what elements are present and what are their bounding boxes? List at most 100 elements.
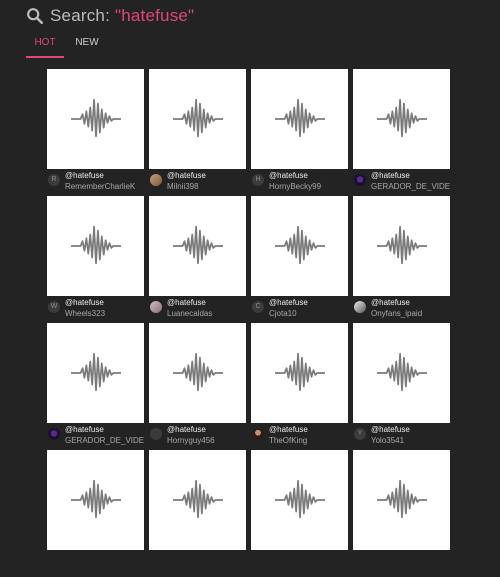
thumbnail[interactable]	[353, 196, 450, 296]
thumbnail[interactable]	[251, 450, 348, 550]
waveform-icon	[376, 479, 427, 519]
card-meta: W @hatefuse Wheels323	[47, 298, 144, 320]
search-icon[interactable]	[26, 7, 44, 25]
card-handle[interactable]: @hatefuse	[269, 298, 308, 307]
waveform-icon	[172, 225, 223, 265]
card-username[interactable]: Onyfans_ipaid	[371, 309, 450, 318]
card-username[interactable]: RememberCharlieK	[65, 182, 144, 191]
thumbnail[interactable]	[47, 323, 144, 423]
card-handle[interactable]: @hatefuse	[65, 425, 104, 434]
video-card[interactable]: R @hatefuse RememberCharlieK	[47, 69, 144, 191]
video-card[interactable]: C @hatefuse Cjota10	[251, 196, 348, 318]
card-meta: Y @hatefuse Yolo3541	[353, 425, 450, 447]
video-card[interactable]: @hatefuse TheOfKing	[251, 323, 348, 445]
thumbnail[interactable]	[353, 323, 450, 423]
card-username[interactable]: Yolo3541	[371, 436, 450, 445]
video-card[interactable]	[149, 450, 246, 570]
card-username[interactable]: Luanecaldas	[167, 309, 246, 318]
thumbnail[interactable]	[251, 196, 348, 296]
card-username[interactable]: TheOfKing	[269, 436, 348, 445]
waveform-icon	[172, 352, 223, 392]
card-meta: @hatefuse Onyfans_ipaid	[353, 298, 450, 320]
card-username[interactable]: Hornyguy456	[167, 436, 246, 445]
tab-bar: HOT NEW	[26, 34, 106, 58]
card-handle[interactable]: @hatefuse	[167, 171, 206, 180]
card-username[interactable]: Wheels323	[65, 309, 144, 318]
card-handle[interactable]: @hatefuse	[65, 298, 104, 307]
card-username[interactable]: Cjota10	[269, 309, 348, 318]
tab-hot[interactable]: HOT	[26, 34, 64, 58]
waveform-icon	[274, 352, 325, 392]
thumbnail[interactable]	[47, 196, 144, 296]
video-card[interactable]: @hatefuse GERADOR_DE_VIDEOS	[47, 323, 144, 445]
tab-new[interactable]: NEW	[68, 34, 106, 56]
video-card[interactable]	[353, 450, 450, 570]
card-meta: @hatefuse GERADOR_DE_VIDEOS	[47, 425, 144, 447]
search-label: Search:	[50, 6, 110, 25]
avatar[interactable]: Y	[354, 428, 366, 440]
card-meta: R @hatefuse RememberCharlieK	[47, 171, 144, 193]
card-meta: @hatefuse Luanecaldas	[149, 298, 246, 320]
card-handle[interactable]: @hatefuse	[371, 425, 410, 434]
card-meta: H @hatefuse HornyBecky99	[251, 171, 348, 193]
grid-row	[47, 450, 451, 570]
avatar[interactable]	[252, 428, 264, 440]
waveform-icon	[274, 98, 325, 138]
card-handle[interactable]: @hatefuse	[167, 425, 206, 434]
avatar[interactable]	[354, 301, 366, 313]
video-card[interactable]: H @hatefuse HornyBecky99	[251, 69, 348, 191]
waveform-icon	[172, 479, 223, 519]
video-card[interactable]: @hatefuse Hornyguy456	[149, 323, 246, 445]
avatar[interactable]	[150, 174, 162, 186]
thumbnail[interactable]	[47, 69, 144, 169]
avatar[interactable]	[150, 428, 162, 440]
avatar[interactable]: H	[252, 174, 264, 186]
waveform-icon	[70, 479, 121, 519]
card-handle[interactable]: @hatefuse	[269, 171, 308, 180]
video-card[interactable]: @hatefuse Luanecaldas	[149, 196, 246, 318]
card-handle[interactable]: @hatefuse	[371, 298, 410, 307]
thumbnail[interactable]	[149, 196, 246, 296]
card-handle[interactable]: @hatefuse	[371, 171, 410, 180]
video-card[interactable]: W @hatefuse Wheels323	[47, 196, 144, 318]
thumbnail[interactable]	[149, 69, 246, 169]
results-grid: R @hatefuse RememberCharlieK @hatefuse Milni…	[47, 69, 451, 577]
thumbnail[interactable]	[149, 450, 246, 550]
video-card[interactable]: @hatefuse Onyfans_ipaid	[353, 196, 450, 318]
card-meta: @hatefuse GERADOR_DE_VIDEOS	[353, 171, 450, 193]
waveform-icon	[70, 98, 121, 138]
waveform-icon	[172, 98, 223, 138]
card-username[interactable]: GERADOR_DE_VIDEOS	[371, 182, 450, 191]
thumbnail[interactable]	[251, 323, 348, 423]
search-query: "hatefuse"	[115, 6, 195, 25]
waveform-icon	[274, 225, 325, 265]
card-meta: @hatefuse Hornyguy456	[149, 425, 246, 447]
thumbnail[interactable]	[149, 323, 246, 423]
search-header: Search: "hatefuse"	[26, 4, 194, 28]
video-card[interactable]: @hatefuse Milnii398	[149, 69, 246, 191]
waveform-icon	[274, 479, 325, 519]
video-card[interactable]	[251, 450, 348, 570]
avatar[interactable]	[150, 301, 162, 313]
video-card[interactable]: @hatefuse GERADOR_DE_VIDEOS	[353, 69, 450, 191]
grid-row: @hatefuse GERADOR_DE_VIDEOS @hatefuse Horny…	[47, 323, 451, 445]
video-card[interactable]: Y @hatefuse Yolo3541	[353, 323, 450, 445]
avatar[interactable]	[354, 174, 366, 186]
thumbnail[interactable]	[251, 69, 348, 169]
card-handle[interactable]: @hatefuse	[269, 425, 308, 434]
grid-row: W @hatefuse Wheels323 @hatefuse Luanecaldas C…	[47, 196, 451, 318]
avatar[interactable]: C	[252, 301, 264, 313]
thumbnail[interactable]	[353, 450, 450, 550]
video-card[interactable]	[47, 450, 144, 570]
card-username[interactable]: Milnii398	[167, 182, 246, 191]
thumbnail[interactable]	[47, 450, 144, 550]
waveform-icon	[376, 98, 427, 138]
card-handle[interactable]: @hatefuse	[65, 171, 104, 180]
thumbnail[interactable]	[353, 69, 450, 169]
avatar[interactable]: W	[48, 301, 60, 313]
avatar[interactable]	[48, 428, 60, 440]
card-username[interactable]: GERADOR_DE_VIDEOS	[65, 436, 144, 445]
card-handle[interactable]: @hatefuse	[167, 298, 206, 307]
card-username[interactable]: HornyBecky99	[269, 182, 348, 191]
avatar[interactable]: R	[48, 174, 60, 186]
